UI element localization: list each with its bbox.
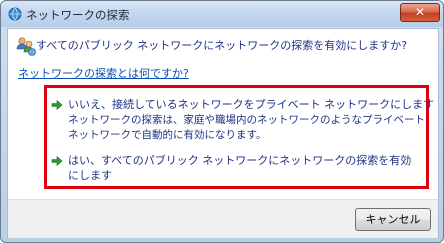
dialog-question: すべてのパブリック ネットワークにネットワークの探索を有効にしますか? — [36, 39, 408, 52]
option-no-title: いいえ、接続しているネットワークをプライベート ネットワークにします — [68, 98, 435, 111]
option-yes-title: はい、すべてのパブリック ネットワークにネットワークの探索を有効にします — [68, 154, 412, 182]
option-no-private[interactable]: いいえ、接続しているネットワークをプライベート ネットワークにします ネットワー… — [49, 97, 434, 145]
cancel-button[interactable]: キャンセル — [355, 208, 431, 231]
option-yes-public[interactable]: はい、すべてのパブリック ネットワークにネットワークの探索を有効にします — [49, 153, 421, 185]
window-title: ネットワークの探索 — [26, 8, 130, 22]
dialog-content: すべてのパブリック ネットワークにネットワークの探索を有効にしますか? ネットワ… — [7, 28, 439, 238]
title-bar[interactable]: ネットワークの探索 ✕ — [1, 1, 443, 27]
close-button[interactable]: ✕ — [400, 3, 440, 22]
option-no-description: ネットワークの探索は、家庭や職場内のネットワークのようなプライベート ネットワー… — [68, 114, 425, 141]
dialog-footer: キャンセル — [8, 199, 438, 238]
users-network-icon — [16, 37, 36, 56]
help-link[interactable]: ネットワークの探索とは何ですか? — [18, 65, 189, 81]
green-arrow-icon — [51, 99, 63, 111]
dialog-window: ネットワークの探索 ✕ すべてのパブリック ネットワークにネットワークの探索を有… — [0, 0, 444, 243]
network-globe-icon — [8, 7, 22, 21]
green-arrow-icon — [51, 155, 63, 167]
